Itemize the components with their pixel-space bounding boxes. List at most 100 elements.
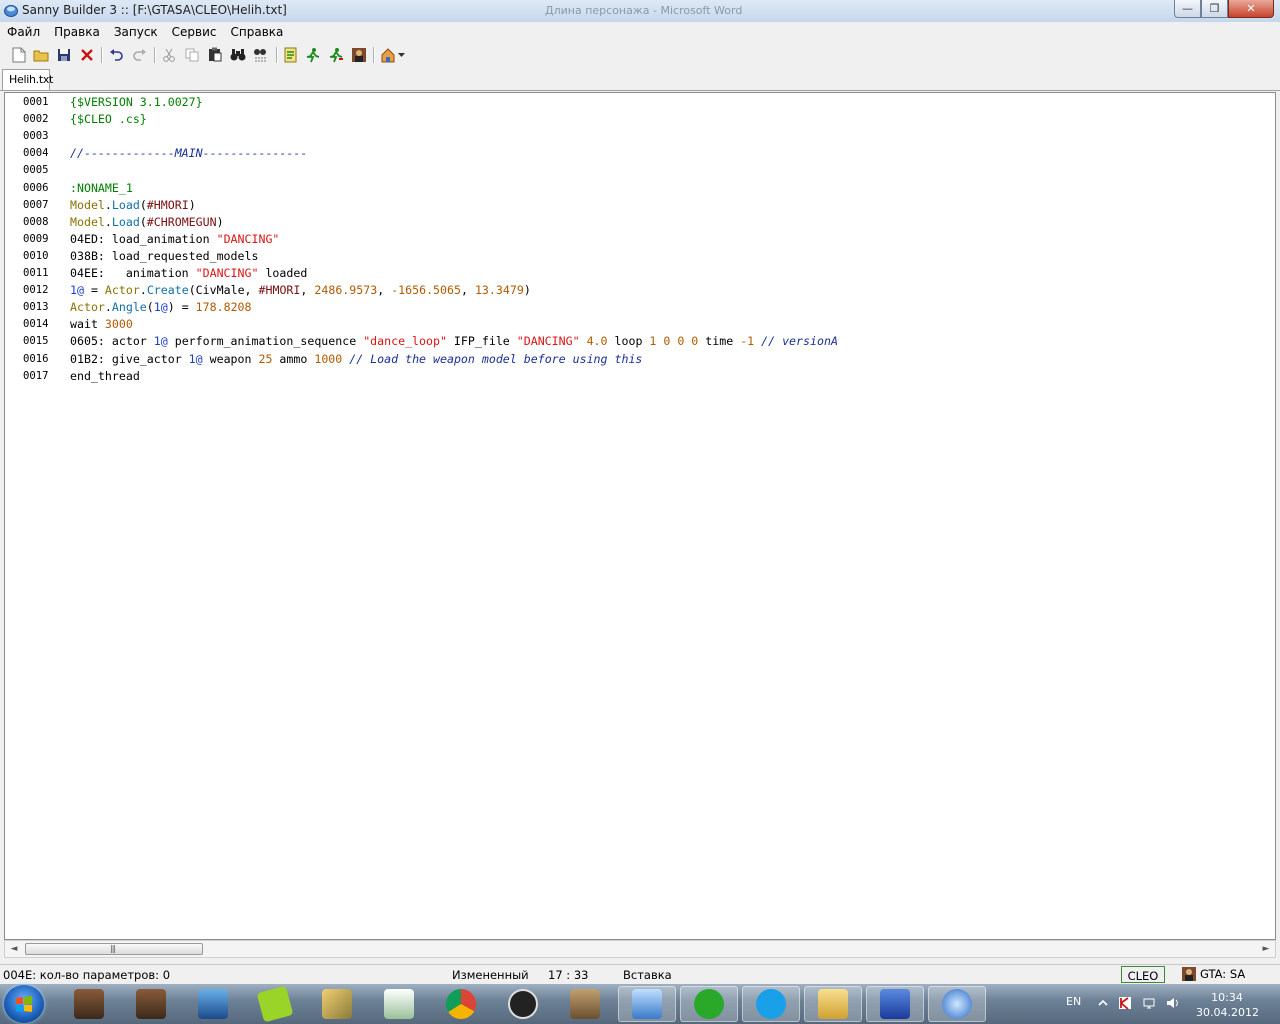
gta-character-icon — [136, 989, 166, 1019]
menu-tools[interactable]: Сервис — [165, 22, 224, 42]
code-token: weapon — [202, 351, 259, 366]
code-token: 0605: actor — [70, 334, 154, 349]
code-token: time — [698, 334, 741, 349]
taskbar-sanny-builder-active[interactable] — [618, 986, 676, 1022]
run-icon[interactable] — [304, 46, 321, 63]
status-game[interactable]: GTA: SA — [1182, 967, 1245, 981]
compile-icon[interactable] — [282, 46, 299, 63]
code-token: "DANCING" — [195, 266, 259, 280]
maximize-button[interactable]: ❐ — [1201, 0, 1228, 18]
undo-icon[interactable] — [107, 46, 124, 63]
taskbar-steam-app[interactable] — [496, 986, 550, 1022]
code-token: , — [377, 283, 392, 298]
code-token: Actor — [70, 300, 105, 315]
close-file-icon[interactable] — [78, 46, 95, 63]
horizontal-scrollbar[interactable]: ◄ ||| ► — [4, 940, 1276, 958]
status-modified: Измененный — [452, 968, 529, 982]
code-token: . — [104, 197, 112, 212]
code-token: 04EE: animation — [70, 266, 196, 280]
line-number: 0004 — [23, 147, 49, 160]
code-token: "DANCING" — [216, 231, 280, 246]
taskbar-gta-app-2[interactable] — [124, 986, 178, 1022]
menu-edit[interactable]: Правка — [47, 22, 107, 42]
scroll-right-icon[interactable]: ► — [1260, 943, 1272, 955]
window-title: Sanny Builder 3 :: [F:\GTASA\CLEO\Helih.… — [22, 3, 287, 17]
taskbar-explorer[interactable] — [804, 986, 862, 1022]
code-token: ) — [216, 214, 224, 229]
toolbar-separator — [276, 47, 278, 63]
code-token: (CivMale, — [188, 283, 259, 298]
open-folder-icon[interactable] — [32, 46, 49, 63]
code-text: Model.Load(#CHROMEGUN) — [70, 215, 224, 229]
scroll-left-icon[interactable]: ◄ — [8, 943, 20, 955]
status-cleo-badge[interactable]: CLEO — [1121, 966, 1165, 983]
line-number: 0003 — [23, 130, 49, 143]
taskbar-skype[interactable] — [742, 986, 800, 1022]
code-token: 3000 — [104, 317, 133, 332]
taskbar-mail-agent[interactable] — [680, 986, 738, 1022]
status-game-label: GTA: SA — [1200, 967, 1246, 981]
code-token: "DANCING" — [516, 334, 580, 349]
taskbar-gta-app-1[interactable] — [62, 986, 116, 1022]
line-number: 0016 — [23, 352, 49, 365]
find-binoculars-icon[interactable] — [229, 46, 246, 63]
antivirus-icon[interactable] — [1118, 996, 1132, 1010]
tray-clock[interactable]: 10:34 30.04.2012 — [1196, 990, 1259, 1020]
toolbar-separator — [373, 47, 375, 63]
code-token: 25 — [258, 351, 273, 366]
new-file-icon[interactable] — [10, 46, 27, 63]
tray-language[interactable]: EN — [1066, 995, 1081, 1008]
menu-file[interactable]: Файл — [0, 22, 47, 42]
code-text: {$VERSION 3.1.0027} — [70, 95, 203, 109]
line-number: 0010 — [23, 249, 49, 262]
menu-run[interactable]: Запуск — [107, 22, 165, 42]
tab-helih[interactable]: Helih.txt — [2, 69, 53, 90]
network-icon[interactable] — [1142, 996, 1156, 1010]
redo-icon[interactable] — [131, 46, 148, 63]
cut-icon[interactable] — [160, 46, 177, 63]
code-token: loaded — [258, 266, 308, 280]
status-cursor-position: 17 : 33 — [548, 968, 589, 982]
start-button[interactable] — [4, 985, 44, 1023]
code-text: wait 3000 — [70, 317, 133, 331]
game-launch-icon[interactable] — [350, 46, 367, 63]
home-dropdown-icon[interactable] — [379, 46, 396, 63]
code-text: 1@ = Actor.Create(CivMale, #HMORI, 2486.… — [70, 283, 531, 297]
taskbar-editor-app[interactable] — [372, 986, 426, 1022]
code-text: 04EE: animation "DANCING" loaded — [70, 266, 307, 280]
minimize-button[interactable]: — — [1174, 0, 1201, 18]
paste-icon[interactable] — [206, 46, 223, 63]
taskbar: EN 10:34 30.04.2012 — [0, 984, 1280, 1024]
run-debug-icon[interactable] — [327, 46, 344, 63]
code-editor[interactable]: 0001 {$VERSION 3.1.0027} 0002 {$CLEO .cs} 00… — [4, 92, 1276, 940]
replace-icon[interactable] — [252, 46, 269, 63]
code-token: {$VERSION 3.1.0027} — [70, 95, 203, 109]
taskbar-chrome[interactable] — [434, 986, 488, 1022]
taskbar-sanny-builder[interactable] — [186, 986, 240, 1022]
line-number: 0013 — [23, 301, 49, 314]
taskbar-notes-app[interactable] — [248, 985, 302, 1023]
taskbar-pen-app[interactable] — [310, 986, 364, 1022]
toolbar — [0, 42, 1280, 68]
taskbar-image-viewer[interactable] — [558, 986, 612, 1022]
copy-icon[interactable] — [183, 46, 200, 63]
code-token: ( — [146, 300, 154, 315]
taskbar-browser[interactable] — [928, 986, 986, 1022]
code-token: 178.8208 — [195, 300, 252, 315]
volume-icon[interactable] — [1166, 996, 1180, 1010]
code-token: ) = — [167, 300, 196, 315]
status-insert-mode: Вставка — [623, 968, 672, 982]
taskbar-word[interactable] — [866, 986, 924, 1022]
code-text: Model.Load(#HMORI) — [70, 198, 196, 212]
close-button[interactable]: ✕ — [1228, 0, 1274, 18]
scroll-thumb[interactable]: ||| — [25, 943, 203, 955]
line-number: 0001 — [23, 96, 49, 108]
chevron-down-icon[interactable] — [396, 46, 406, 63]
code-token: ) — [188, 197, 196, 212]
code-text: //-------------MAIN--------------- — [70, 146, 307, 160]
menu-help[interactable]: Справка — [224, 22, 291, 42]
line-number: 0012 — [23, 284, 49, 297]
save-icon[interactable] — [55, 46, 72, 63]
tray-expand-icon[interactable] — [1096, 996, 1110, 1010]
